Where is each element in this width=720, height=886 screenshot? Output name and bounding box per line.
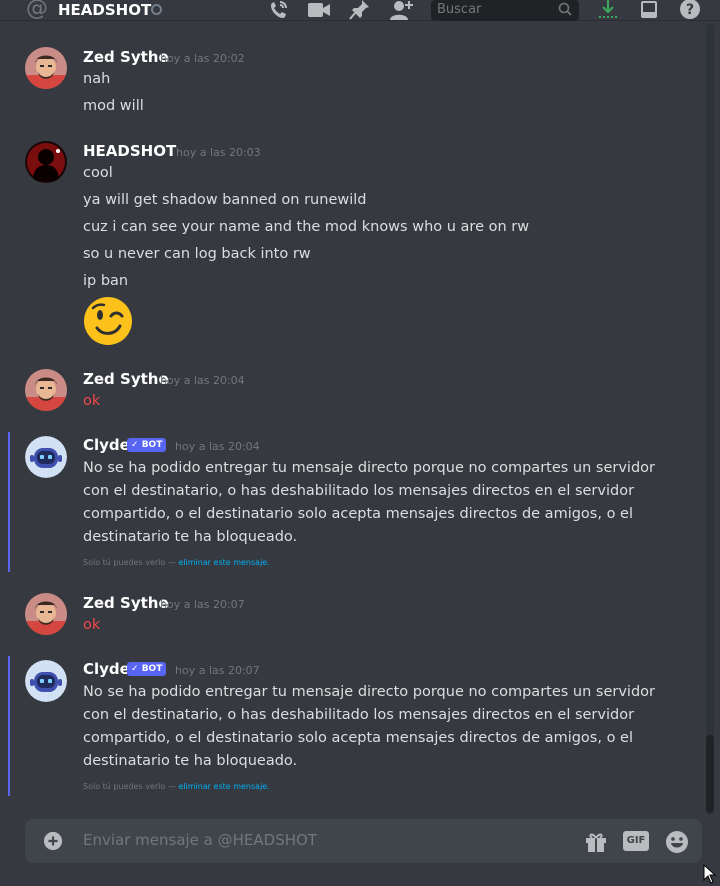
channel-header: @ HEADSHOT Buscar ? — [0, 0, 720, 21]
svg-text:?: ? — [686, 2, 694, 18]
timestamp: hoy a las 20:07 — [175, 664, 260, 677]
inbox-icon[interactable] — [637, 0, 661, 21]
search-placeholder: Buscar — [437, 2, 482, 17]
avatar[interactable] — [25, 660, 67, 702]
timestamp: hoy a las 20:04 — [175, 440, 260, 453]
add-friends-icon[interactable] — [389, 0, 413, 21]
gif-picker-button[interactable]: GIF — [623, 831, 649, 851]
message-text: so u never can log back into rw — [83, 246, 311, 262]
scrollbar-thumb[interactable] — [706, 735, 714, 813]
ephemeral-notice: Solo tú puedes verlo — eliminar este men… — [83, 558, 270, 567]
message-text: No se ha podido entregar tu mensaje dire… — [83, 460, 655, 545]
message-text: cuz i can see your name and the mod know… — [83, 219, 530, 235]
avatar[interactable] — [25, 436, 67, 478]
message-text: No se ha podido entregar tu mensaje dire… — [83, 684, 655, 769]
timestamp: hoy a las 20:03 — [176, 146, 261, 159]
pinned-messages-icon[interactable] — [348, 0, 372, 21]
at-sign-icon: @ — [26, 0, 48, 21]
bot-badge-label: BOT — [141, 664, 163, 674]
author-name[interactable]: Zed Sythe — [83, 48, 169, 66]
message-text: mod will — [83, 98, 144, 114]
channel-title: HEADSHOT — [58, 1, 152, 19]
search-icon — [558, 2, 572, 16]
author-name[interactable]: Zed Sythe — [83, 370, 169, 388]
avatar[interactable] — [25, 593, 67, 635]
ephemeral-highlight-bar — [8, 432, 10, 572]
message-text: ya will get shadow banned on runewild — [83, 192, 367, 208]
author-name[interactable]: Clyde — [83, 436, 130, 454]
author-name[interactable]: Clyde — [83, 660, 130, 678]
author-name[interactable]: HEADSHOT — [83, 142, 176, 160]
author-name[interactable]: Zed Sythe — [83, 594, 169, 612]
dismiss-message-link[interactable]: eliminar este mensaje. — [178, 558, 269, 567]
search-input[interactable]: Buscar — [431, 0, 579, 21]
message-text: ok — [83, 393, 101, 409]
message-text: ok — [83, 617, 101, 633]
ephemeral-notice: Solo tú puedes verlo — eliminar este men… — [83, 782, 270, 791]
dismiss-message-link[interactable]: eliminar este mensaje. — [178, 782, 269, 791]
add-attachment-icon[interactable] — [43, 831, 63, 851]
ephemeral-highlight-bar — [8, 656, 10, 796]
mouse-cursor-icon — [703, 864, 717, 884]
download-icon[interactable] — [596, 0, 620, 21]
video-call-icon[interactable] — [307, 0, 331, 21]
ephemeral-notice-text: Solo tú puedes verlo — — [83, 558, 176, 567]
message-composer[interactable]: Enviar mensaje a @HEADSHOT GIF — [25, 819, 702, 863]
timestamp: hoy a las 20:07 — [160, 598, 245, 611]
bot-badge: ✓ BOT — [127, 438, 167, 452]
ephemeral-notice-text: Solo tú puedes verlo — — [83, 782, 176, 791]
timestamp: hoy a las 20:02 — [160, 52, 245, 65]
message-text: nah — [83, 71, 111, 87]
avatar[interactable] — [25, 47, 67, 89]
message-input[interactable]: Enviar mensaje a @HEADSHOT — [83, 831, 317, 849]
bot-badge-label: BOT — [141, 440, 163, 450]
avatar[interactable] — [25, 369, 67, 411]
winking-face-emoji-icon[interactable] — [83, 296, 133, 346]
status-indicator-icon — [151, 4, 162, 15]
call-icon[interactable] — [266, 0, 290, 21]
message-text: ip ban — [83, 273, 129, 289]
bot-badge: ✓ BOT — [127, 662, 167, 676]
scrollbar-track[interactable] — [706, 24, 714, 814]
emoji-picker-icon[interactable] — [665, 830, 689, 854]
timestamp: hoy a las 20:04 — [160, 374, 245, 387]
message-text: cool — [83, 165, 113, 181]
help-icon[interactable]: ? — [678, 0, 702, 21]
gift-icon[interactable] — [584, 830, 608, 854]
avatar[interactable] — [25, 141, 67, 183]
